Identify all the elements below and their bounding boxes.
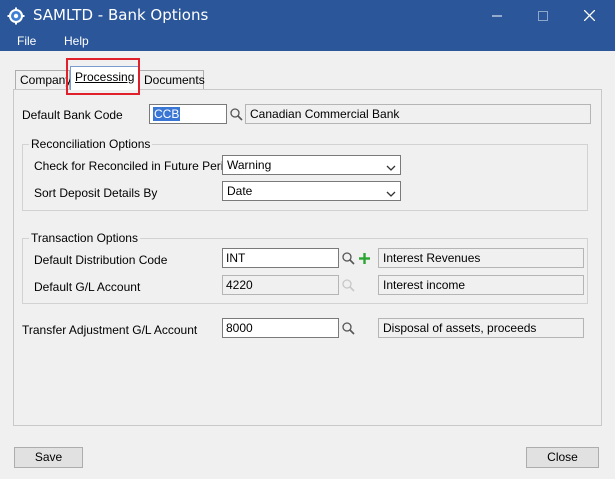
maximize-icon [538,10,548,21]
check-future-periods-select[interactable]: Warning [222,155,401,175]
default-distribution-code-input[interactable]: INT [222,248,339,268]
default-distribution-code-label: Default Distribution Code [34,253,168,267]
close-window-button[interactable] [566,0,612,31]
sort-deposit-value: Date [227,184,253,198]
default-gl-account-label: Default G/L Account [34,280,141,294]
menu-file[interactable]: File [17,34,36,48]
tab-processing[interactable]: Processing [70,66,139,90]
default-bank-code-input[interactable]: CCB [149,104,227,124]
default-gl-account-value: 4220 [226,278,253,292]
transfer-adjustment-input[interactable]: 8000 [222,318,339,338]
transaction-options-title: Transaction Options [29,231,140,245]
transfer-adjustment-label: Transfer Adjustment G/L Account [22,323,198,337]
default-bank-code-value: CCB [153,107,181,121]
reconciliation-options-title: Reconciliation Options [29,137,153,151]
default-bank-code-label: Default Bank Code [22,108,123,122]
window-title: SAMLTD - Bank Options [33,6,209,24]
finder-icon[interactable] [229,107,243,121]
close-icon [583,10,595,21]
default-distribution-code-value: INT [226,251,246,265]
add-plus-icon[interactable] [358,252,371,265]
finder-icon [341,278,355,292]
menu-help[interactable]: Help [64,34,89,48]
chevron-down-icon [386,186,396,197]
tab-processing-label: Processing [75,70,135,84]
check-future-periods-value: Warning [227,158,272,172]
sort-deposit-select[interactable]: Date [222,181,401,201]
default-gl-account-input[interactable]: 4220 [222,275,339,295]
check-future-periods-label: Check for Reconciled in Future Periods [34,159,243,173]
tab-company-label: Company [20,73,72,87]
finder-icon[interactable] [341,321,355,335]
default-gl-account-description: Interest income [378,275,584,295]
minimize-icon [492,15,502,16]
tab-company[interactable]: Company [15,70,72,90]
chevron-down-icon [386,160,396,171]
save-button[interactable]: Save [14,447,83,468]
transfer-adjustment-description: Disposal of assets, proceeds [378,318,584,338]
close-button[interactable]: Close [526,447,599,468]
menu-bar: File Help [0,31,615,51]
finder-icon[interactable] [341,251,355,265]
default-bank-description: Canadian Commercial Bank [245,104,591,124]
default-distribution-description: Interest Revenues [378,248,584,268]
tab-documents[interactable]: Documents [139,70,205,90]
minimize-button[interactable] [474,0,520,31]
sort-deposit-label: Sort Deposit Details By [34,186,158,200]
tab-documents-label: Documents [144,73,205,87]
maximize-button[interactable] [520,0,566,31]
title-bar[interactable]: SAMLTD - Bank Options [0,0,615,31]
app-gear-icon [7,7,25,25]
transfer-adjustment-value: 8000 [226,321,253,335]
